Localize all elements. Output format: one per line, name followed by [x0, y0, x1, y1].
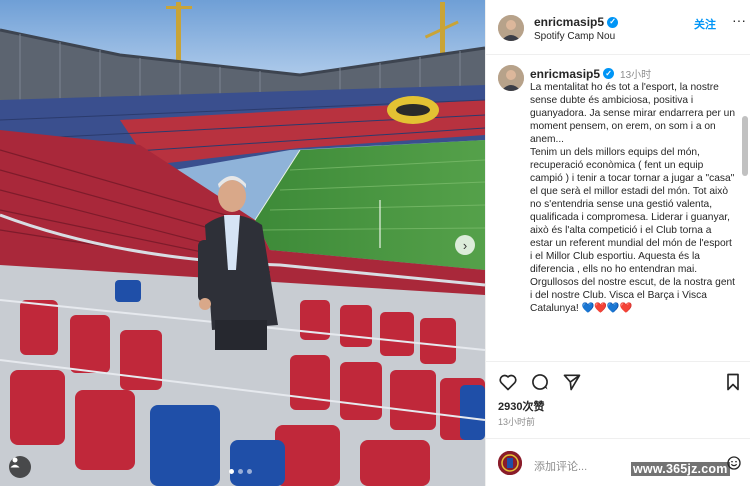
like-count[interactable]: 2930次赞: [498, 398, 544, 414]
comment-input[interactable]: 添加评论...: [534, 458, 587, 474]
username-text: enricmasip5: [534, 15, 605, 29]
scrollbar[interactable]: [742, 116, 748, 176]
avatar-image: [498, 65, 524, 91]
post-location[interactable]: Spotify Camp Nou: [534, 31, 615, 42]
stadium-photo: [0, 0, 485, 486]
chevron-right-icon: ›: [462, 237, 468, 253]
watermark: www.365jz.com: [631, 462, 730, 476]
bookmark-icon[interactable]: [723, 372, 743, 392]
carousel-dot: [247, 469, 252, 474]
share-icon[interactable]: [562, 372, 582, 392]
heart-icon[interactable]: [498, 372, 518, 392]
avatar-image: [498, 451, 522, 475]
next-slide-button[interactable]: ›: [455, 235, 475, 255]
carousel-indicator: [229, 469, 252, 474]
comment-icon[interactable]: [530, 372, 550, 392]
carousel-dot: [229, 469, 234, 474]
avatar: [498, 451, 522, 475]
caption-username[interactable]: enricmasip5 ✓: [530, 66, 615, 81]
user-tag-icon: [10, 457, 20, 468]
avatar[interactable]: [498, 15, 524, 41]
follow-button[interactable]: 关注: [694, 16, 716, 32]
avatar-image: [498, 15, 524, 41]
post-photo[interactable]: ›: [0, 0, 485, 486]
verified-badge-icon: ✓: [607, 16, 619, 28]
avatar[interactable]: [498, 65, 524, 91]
author-username[interactable]: enricmasip5 ✓: [534, 15, 619, 29]
caption-time: 13小时: [620, 70, 652, 81]
post-details-panel: enricmasip5 ✓ Spotify Camp Nou 关注 ··· en…: [485, 0, 750, 486]
username-text: enricmasip5: [530, 66, 601, 81]
caption-section: enricmasip5 ✓ 13小时 La mentalitat ho és t…: [486, 56, 750, 361]
user-tag-button[interactable]: [9, 456, 31, 478]
action-bar: [486, 361, 750, 401]
post-caption: La mentalitat ho és tot a l'esport, la n…: [530, 82, 735, 314]
carousel-dot: [238, 469, 243, 474]
emoji-icon[interactable]: [726, 455, 742, 471]
post-timestamp: 13小时前: [498, 417, 536, 427]
comment-bar: 添加评论... www.365jz.com: [486, 438, 750, 486]
post-header: enricmasip5 ✓ Spotify Camp Nou 关注 ···: [486, 0, 750, 55]
verified-badge-icon: ✓: [603, 68, 615, 79]
more-options-icon[interactable]: ···: [732, 12, 746, 28]
caption-header: enricmasip5 ✓ 13小时: [530, 66, 652, 82]
